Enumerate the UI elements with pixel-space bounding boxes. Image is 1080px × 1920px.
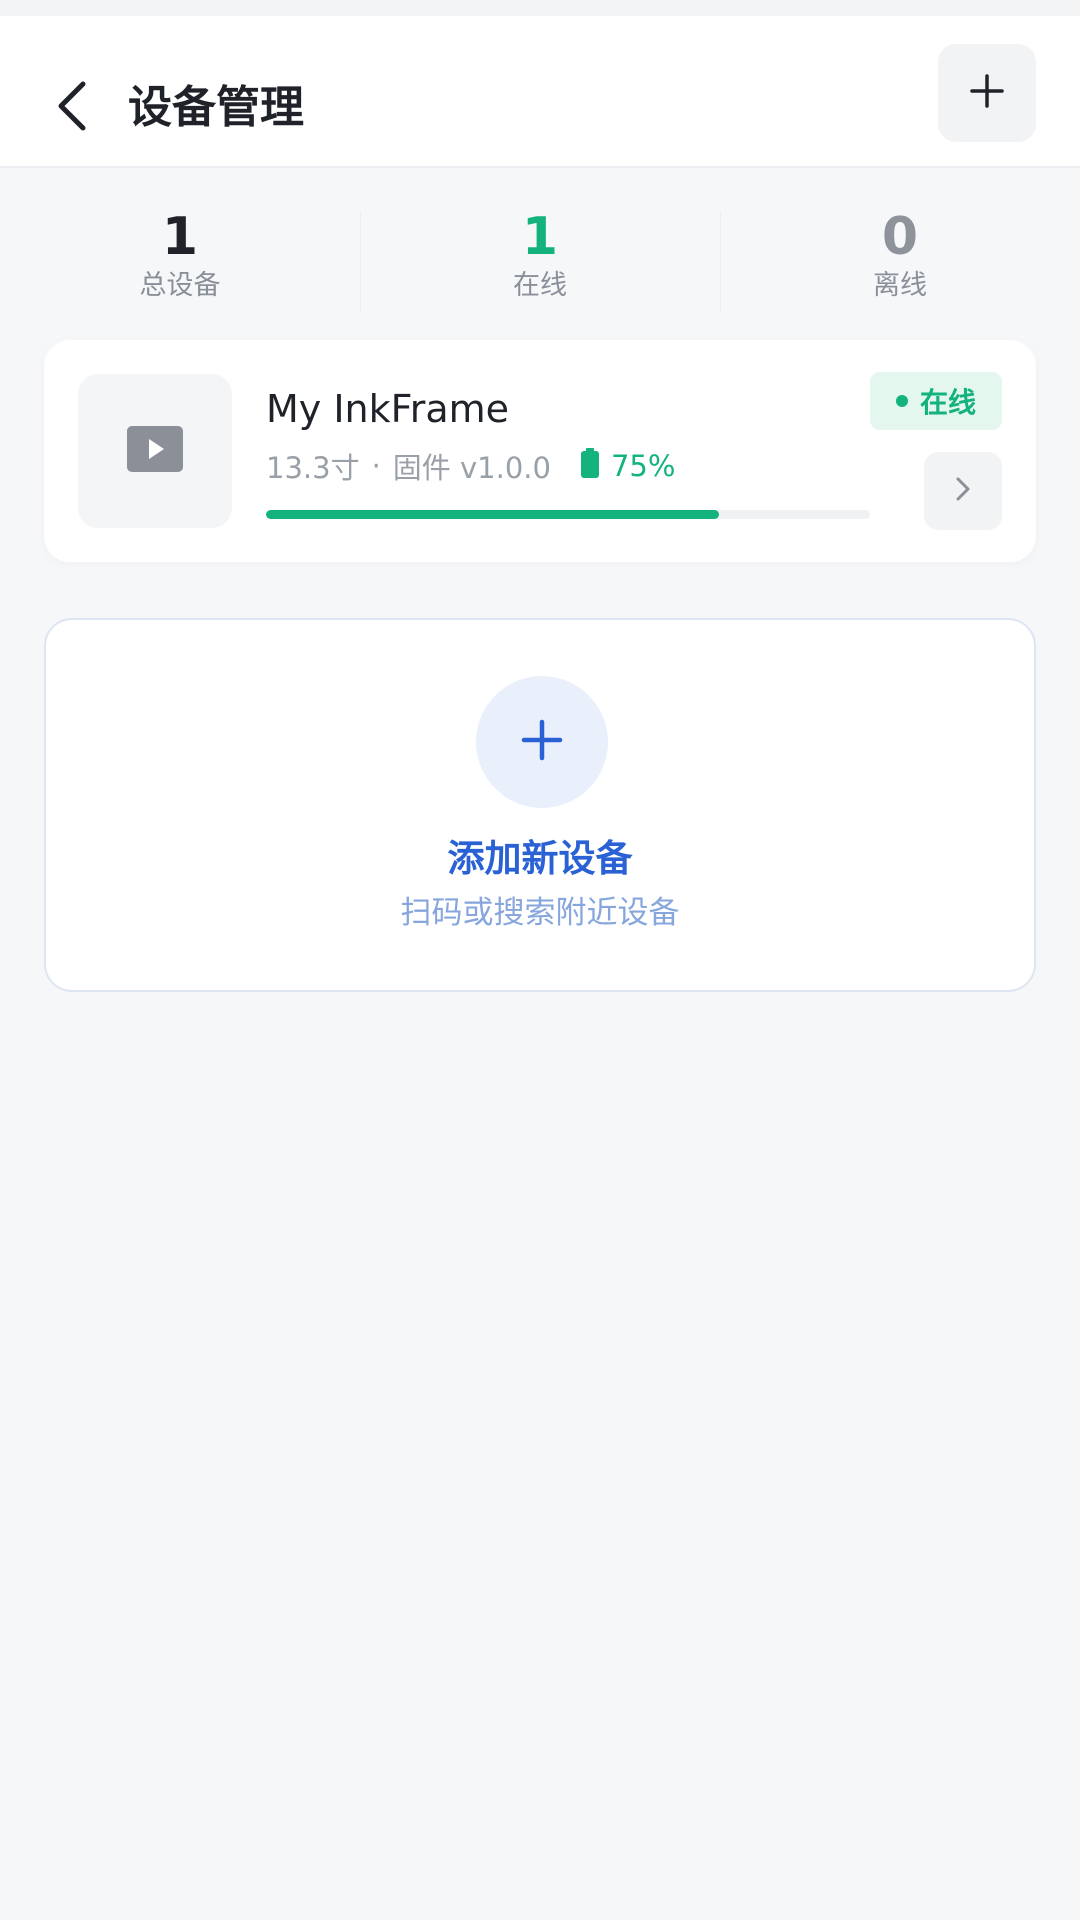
battery-icon [580,447,611,485]
add-device-circle [476,676,608,808]
plus-icon [520,718,564,766]
status-label: 在线 [919,386,976,419]
plus-icon [969,73,1005,113]
stat-total-label: 总设备 [139,270,221,301]
play-icon [127,426,183,476]
stat-total-value: 1 [161,207,199,267]
add-device-button[interactable] [938,44,1036,142]
device-meta: 13.3寸 · 固件 v1.0.0 75% [266,444,675,488]
status-dot [895,395,908,407]
device-card[interactable]: My InkFrame 13.3寸 · 固件 v1.0.0 75% 在线 [44,340,1036,562]
meta-separator: · [371,449,381,483]
page-title: 设备管理 [128,82,304,133]
battery-progress-fill [266,510,719,519]
stat-offline-value: 0 [881,207,919,267]
device-name: My InkFrame [266,387,510,431]
stat-offline: 0 离线 [720,168,1080,338]
add-device-title: 添加新设备 [447,837,633,880]
device-stats: 1 总设备 1 在线 0 离线 [0,168,1080,338]
back-button[interactable] [50,78,94,138]
battery-percent: 75% [610,449,676,483]
stat-online: 1 在线 [360,168,720,338]
add-new-device-card[interactable]: 添加新设备 扫码或搜索附近设备 [44,618,1036,992]
add-device-subtitle: 扫码或搜索附近设备 [400,895,680,931]
chevron-left-icon [55,80,89,136]
app-header: 设备管理 [0,16,1080,168]
status-bar-area [0,0,1080,16]
device-detail-button[interactable] [924,452,1002,530]
device-size: 13.3寸 [266,451,360,485]
device-firmware: 固件 v1.0.0 [392,451,551,485]
battery-status: 75% [580,447,676,485]
status-badge: 在线 [870,372,1002,430]
stat-online-value: 1 [521,207,559,267]
battery-progress-bar [266,510,870,519]
chevron-right-icon [955,476,971,506]
stat-total: 1 总设备 [0,168,360,338]
device-thumbnail [78,374,232,528]
stat-online-label: 在线 [513,270,567,301]
stat-offline-label: 离线 [873,270,927,301]
